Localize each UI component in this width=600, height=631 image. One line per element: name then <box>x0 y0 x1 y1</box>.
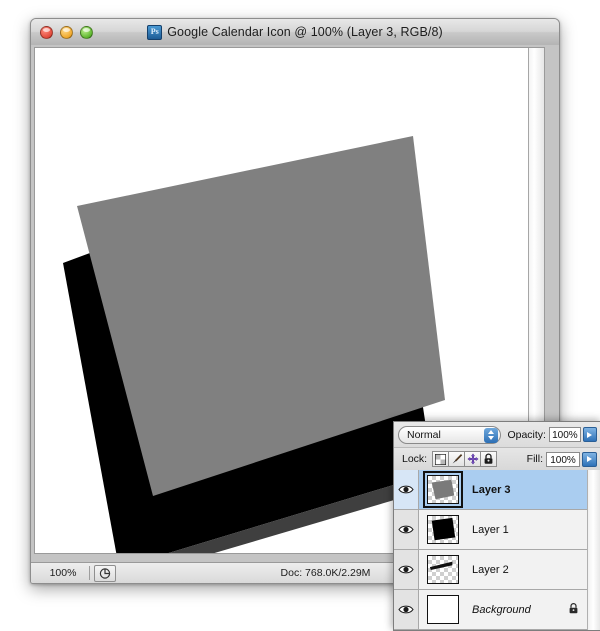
layer-name: Background <box>472 603 531 616</box>
layer-visibility-toggle[interactable] <box>394 550 419 589</box>
layers-panel: Normal Opacity: 100% Lock: Fill: 100% La… <box>393 421 600 631</box>
layer-visibility-toggle[interactable] <box>394 510 419 549</box>
desktop-background: Ps Google Calendar Icon @ 100% (Layer 3,… <box>0 0 600 631</box>
fill-input[interactable]: 100% <box>546 451 580 467</box>
minimize-button[interactable] <box>60 25 73 39</box>
layer-list: Layer 3 Layer 1 Layer 2 Background <box>394 470 600 630</box>
title-center-group: Ps Google Calendar Icon @ 100% (Layer 3,… <box>31 19 559 45</box>
preview-glyph <box>99 567 110 579</box>
lock-image-pixels-icon[interactable] <box>448 451 466 467</box>
zoom-button[interactable] <box>80 25 93 39</box>
photoshop-icon: Ps <box>147 24 163 40</box>
layer-name: Layer 3 <box>472 483 511 496</box>
layer-thumbnail <box>427 555 459 584</box>
eye-icon <box>398 565 414 574</box>
blend-mode-select[interactable]: Normal <box>398 425 502 444</box>
blend-mode-row: Normal Opacity: 100% <box>394 422 600 448</box>
opacity-input[interactable]: 100% <box>548 427 581 442</box>
lock-row: Lock: Fill: 100% <box>394 448 600 471</box>
close-button[interactable] <box>40 25 53 39</box>
layers-panel-scrollbar[interactable] <box>587 470 600 630</box>
triangle-right-glyph <box>587 431 593 438</box>
opacity-slider-button[interactable] <box>582 427 597 442</box>
blend-mode-value: Normal <box>407 428 441 441</box>
checker-glyph <box>435 453 447 465</box>
thumb-art <box>429 561 453 570</box>
eye-icon <box>398 605 414 614</box>
lock-buttons-group <box>432 451 498 467</box>
layer-locked-icon <box>568 602 579 617</box>
layer-visibility-toggle[interactable] <box>394 590 419 629</box>
brush-glyph <box>452 454 462 464</box>
layer-name: Layer 1 <box>472 523 509 536</box>
triangle-down-glyph <box>488 436 495 440</box>
layer-visibility-toggle[interactable] <box>394 470 419 509</box>
window-title: Google Calendar Icon @ 100% (Layer 3, RG… <box>167 25 443 39</box>
eye-icon <box>398 525 414 534</box>
padlock-glyph <box>484 453 493 464</box>
chevron-updown-icon[interactable] <box>484 427 499 443</box>
table-row[interactable]: Layer 3 <box>394 470 600 510</box>
triangle-up-glyph <box>488 430 495 434</box>
layer-thumbnail-wrap[interactable] <box>426 514 460 545</box>
fill-slider-button[interactable] <box>582 451 597 467</box>
padlock-glyph <box>569 602 578 613</box>
lock-all-icon[interactable] <box>480 451 498 467</box>
document-preview-icon[interactable] <box>94 564 116 582</box>
layer-thumbnail-wrap[interactable] <box>426 554 460 585</box>
thumb-art <box>431 517 456 541</box>
table-row[interactable]: Layer 2 <box>394 550 600 590</box>
table-row[interactable]: Background <box>394 590 600 630</box>
layer-thumbnail-wrap[interactable] <box>423 471 463 508</box>
layer-name: Layer 2 <box>472 563 509 576</box>
fill-label: Fill: <box>526 453 543 465</box>
opacity-label: Opacity: <box>507 428 546 441</box>
lock-transparent-pixels-icon[interactable] <box>432 451 450 467</box>
lock-position-icon[interactable] <box>464 451 482 467</box>
window-controls <box>40 25 93 39</box>
lock-label: Lock: <box>402 453 428 465</box>
table-row[interactable]: Layer 1 <box>394 510 600 550</box>
triangle-right-glyph <box>587 456 592 462</box>
eye-icon <box>398 485 414 494</box>
layer-thumbnail <box>423 471 463 508</box>
window-title-bar[interactable]: Ps Google Calendar Icon @ 100% (Layer 3,… <box>31 19 559 46</box>
move-arrows-glyph <box>466 453 479 465</box>
thumb-art <box>431 479 455 500</box>
layer-thumbnail-wrap[interactable] <box>426 594 460 625</box>
zoom-level-field[interactable]: 100% <box>37 566 90 580</box>
layer-thumbnail <box>427 595 459 624</box>
layer-thumbnail <box>427 515 459 544</box>
